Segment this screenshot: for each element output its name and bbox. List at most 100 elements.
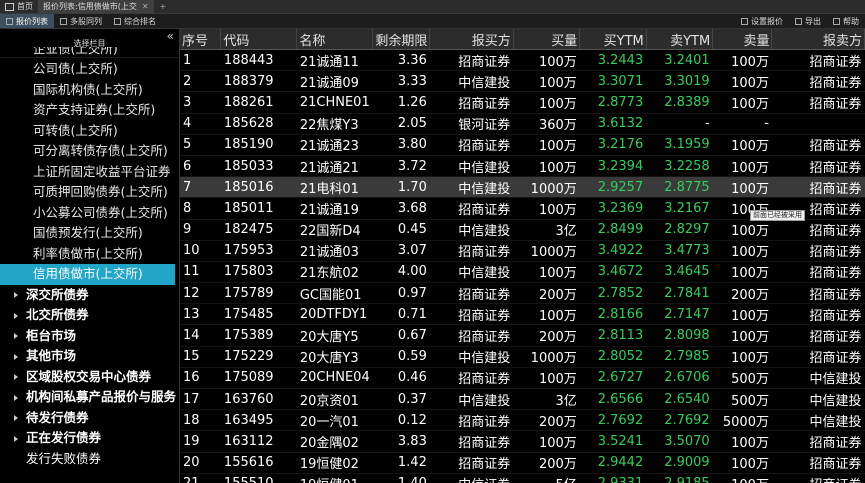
tab-quote-list[interactable]: 报价列表:信用债做市(上交 ✕ (38, 0, 154, 13)
cell-ask-dealer: 招商证券 (771, 261, 865, 284)
table-row[interactable]: 15 175229 20大唐Y3 0.59 中信建投 1000万 2.8052 2.7985 1… (180, 346, 865, 368)
cell-bid-ytm: 3.2369 (579, 197, 647, 220)
set-quote-button[interactable]: 设置报价 (735, 14, 789, 28)
cell-bid-ytm: 3.5241 (579, 430, 647, 453)
table-row[interactable]: 20 155616 19恒健02 1.42 招商证券 200万 2.9442 2.9009 10… (180, 452, 865, 474)
sidebar-group[interactable]: 区域股权交易中心债券 (0, 367, 179, 388)
table-row[interactable]: 9 182475 22国新D4 0.45 中信建投 3亿 2.8499 2.8297 100万招… (180, 219, 865, 241)
cell-code: 188379 (220, 70, 297, 93)
table-row[interactable]: 5 185190 21诚通23 3.80 招商证券 100万 3.2176 3.1959 100… (180, 134, 865, 156)
sidebar-group[interactable]: 其他市场 (0, 346, 179, 367)
sidebar-item[interactable]: 可分离转债存债(上交所) (0, 141, 179, 162)
table-row[interactable]: 17 163760 20京资01 0.37 中信建投 3亿 2.6566 2.6540 500万… (180, 388, 865, 411)
cell-index: 8 (180, 197, 221, 220)
expand-arrow-icon[interactable] (14, 312, 18, 319)
sidebar-item[interactable]: 国债预发行(上交所) (0, 223, 179, 244)
col-header-ask-dealer[interactable]: 报卖方 (771, 29, 865, 50)
col-header-bid-qty[interactable]: 买量 (513, 29, 581, 50)
multi-stock-button[interactable]: 多股同列 (54, 14, 108, 28)
sidebar-item[interactable]: 利率债做市(上交所) (0, 244, 179, 265)
sidebar-item[interactable]: 公司债(上交所) (0, 59, 179, 80)
table-row[interactable]: 2 188379 21诚通09 3.33 中信建投 100万 3.3071 3.3019 100… (180, 70, 865, 93)
cell-ask-dealer: 招商证券 (771, 49, 865, 72)
sidebar-group[interactable]: 待发行债券 (0, 408, 179, 429)
sidebar-item-selected[interactable]: 信用债做市(上交所) (0, 264, 175, 285)
table-row[interactable]: 10 175953 21诚通03 3.07 招商证券 1000万 3.4922 3.4773 1… (180, 240, 865, 262)
table-row[interactable]: 7 185016 21电科01 1.70 中信建投 1000万 2.9257 2.8775 10… (180, 176, 865, 199)
cell-bid-dealer: 招商证券 (429, 324, 514, 347)
col-header-ask-qty[interactable]: 卖量 (712, 29, 773, 50)
table-row[interactable]: 13 175485 20DTFDY1 0.71 招商证券 100万 2.8166 2.7147… (180, 303, 865, 326)
cell-name: 20大唐Y5 (296, 324, 373, 347)
table-row[interactable]: 2115551019恒健011.40中信证券5亿2.93312.9185100万… (180, 473, 865, 483)
expand-arrow-icon[interactable] (14, 292, 18, 298)
table-header-row: 序号 代码 名称 剩余期限 报买方 买量 买YTM 卖YTM 卖量 报卖方 (180, 29, 865, 50)
table-row[interactable]: 18 163495 20一汽01 0.12 招商证券 200万 2.7692 2.7692 50… (180, 409, 865, 432)
col-header-ask-ytm[interactable]: 卖YTM (646, 29, 714, 50)
export-button[interactable]: 导出 (789, 14, 827, 28)
list-icon (6, 17, 13, 25)
add-tab-icon[interactable]: + (154, 2, 173, 11)
table-row[interactable]: 14 175389 20大唐Y5 0.67 招商证券 200万 2.8113 2.8098 10… (180, 324, 865, 347)
table-row[interactable]: 1 188443 21诚通11 3.36 招商证券 100万 3.2443 3.2401 100… (180, 49, 865, 72)
col-header-bid-dealer[interactable]: 报买方 (429, 29, 514, 50)
col-header-index[interactable]: 序号 (180, 29, 222, 50)
cell-ask-ytm: 2.8297 (646, 219, 713, 241)
cell-code: 175803 (220, 261, 297, 284)
cell-bid-dealer: 招商证券 (429, 240, 514, 262)
collapse-icon[interactable]: « (167, 29, 174, 43)
expand-arrow-icon[interactable] (14, 353, 18, 360)
sidebar-group[interactable]: 机构间私募产品报价与服务 (0, 387, 179, 408)
sidebar-item[interactable]: 可转债(上交所) (0, 121, 179, 142)
sidebar-item[interactable]: 资产支持证券(上交所) (0, 100, 179, 121)
expand-arrow-icon[interactable] (14, 333, 18, 339)
cell-ask-ytm: 3.2167 (646, 197, 713, 220)
cell-bid-dealer: 中信建投 (429, 346, 514, 368)
ranking-button[interactable]: 综合排名 (108, 14, 162, 28)
cell-bid-qty: 200万 (513, 324, 580, 347)
cell-code: 175953 (220, 240, 297, 262)
quote-list-button[interactable]: 报价列表 (0, 14, 54, 28)
col-header-remaining-term[interactable]: 剩余期限 (372, 29, 431, 50)
expand-arrow-icon[interactable] (14, 435, 18, 442)
cell-index: 17 (180, 388, 221, 411)
cell-ask-qty: 200万 (712, 282, 772, 305)
expand-arrow-icon[interactable] (14, 374, 18, 380)
cell-ask-ytm: 3.4645 (646, 261, 713, 284)
sidebar-item[interactable]: 发行失败债券 (0, 449, 179, 470)
cell-ask-qty: 100万 (712, 240, 772, 262)
sidebar-item[interactable]: 小公募公司债券(上交所) (0, 203, 179, 224)
table-row[interactable]: 6 185033 21诚通21 3.72 中信建投 100万 3.2394 3.2258 100… (180, 155, 865, 178)
col-header-code[interactable]: 代码 (220, 29, 298, 50)
cell-ask-dealer: 中信建投 (771, 388, 865, 411)
table-row[interactable]: 16 175089 20CHNE04 0.46 招商证券 100万 2.6727 2.6706… (180, 367, 865, 390)
cell-ask-ytm: 3.2258 (646, 155, 713, 178)
cell-code: 175089 (220, 367, 297, 390)
tab-home[interactable]: 首页 (0, 0, 38, 13)
help-button[interactable]: 帮助 (827, 14, 865, 28)
sidebar-group[interactable]: 深交所债券 (0, 285, 179, 306)
sidebar-group[interactable]: 北交所债券 (0, 305, 179, 326)
expand-arrow-icon[interactable] (14, 394, 18, 401)
sidebar-item[interactable]: 国际机构债(上交所) (0, 80, 179, 101)
sidebar-item[interactable]: 上证所固定收益平台证券 (0, 162, 179, 183)
table-row[interactable]: 4 185628 22焦煤Y3 2.05 银河证券 360万 3.6132- - (180, 113, 865, 135)
cell-remaining-term: 3.83 (372, 430, 430, 453)
table-row[interactable]: 19 163112 20金隅02 3.83 招商证券 100万 3.5241 3.5070 10… (180, 430, 865, 453)
cell-code: 185033 (220, 155, 297, 178)
cell-ask-qty: 100万 (712, 70, 772, 93)
col-header-bid-ytm[interactable]: 买YTM (579, 29, 647, 50)
sidebar-item[interactable]: 可质押回购债券(上交所) (0, 182, 179, 203)
table-row[interactable]: 11 175803 21东航02 4.00 中信建投 100万 3.4672 3.4645 10… (180, 261, 865, 284)
sidebar-group[interactable]: 柜台市场 (0, 326, 179, 347)
cell-ask-ytm: 3.1959 (646, 134, 713, 156)
cell-tooltip: 前面已经被采用 (750, 210, 805, 221)
table-row[interactable]: 3 188261 21CHNE01 1.26 招商证券 100万 2.8773 2.8389 1… (180, 91, 865, 114)
close-icon[interactable]: ✕ (142, 2, 149, 11)
table-row[interactable]: 12 175789 GC国能01 0.97 招商证券 200万 2.7852 2.7841 20… (180, 282, 865, 305)
sidebar-group[interactable]: 正在发行债券 (0, 428, 179, 449)
cell-ask-dealer: 招商证券 (771, 155, 865, 178)
expand-arrow-icon[interactable] (14, 415, 18, 421)
col-header-name[interactable]: 名称 (296, 29, 374, 50)
sidebar-item[interactable]: 企业债(上交所) (0, 47, 179, 59)
